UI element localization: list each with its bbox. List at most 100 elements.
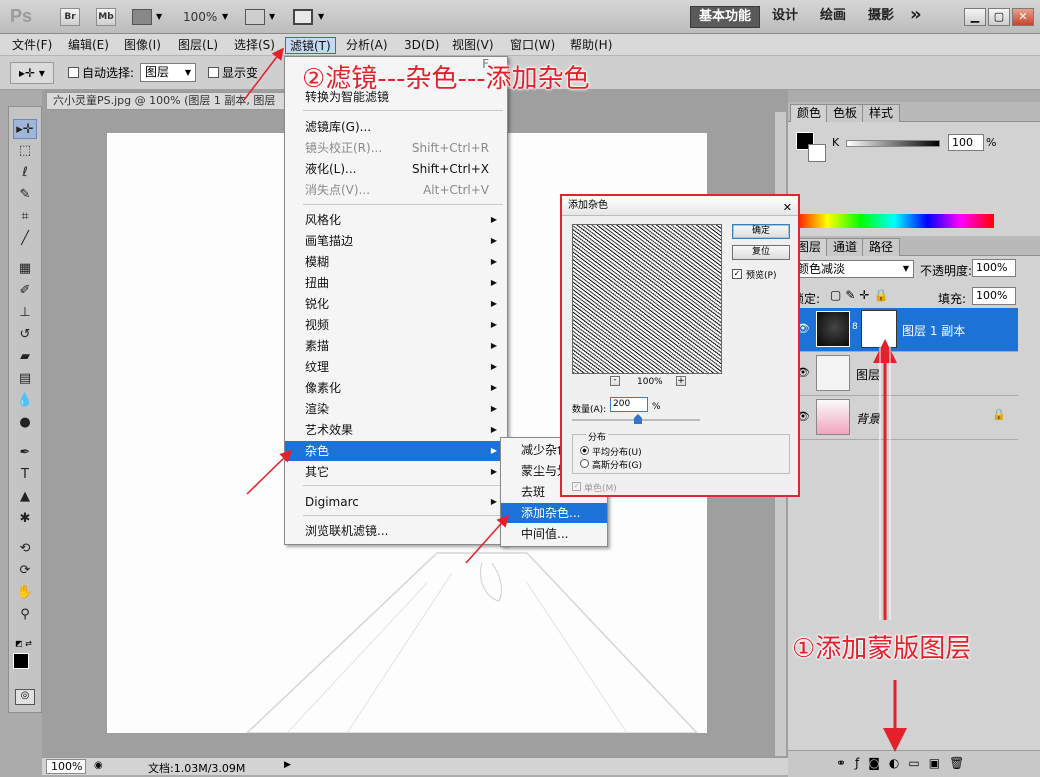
menu-item-filter-gallery[interactable]: 滤镜库(G)... <box>285 117 507 137</box>
layer-name[interactable]: 图层 <box>856 366 880 383</box>
lock-icons[interactable]: ▢✎✛🔒 <box>830 288 892 302</box>
auto-select-checkbox[interactable] <box>68 67 79 78</box>
menu-window[interactable]: 窗口(W) <box>506 37 559 54</box>
pen-tool-icon[interactable]: ✒ <box>13 443 37 463</box>
shape-tool-icon[interactable]: ✱ <box>13 509 37 529</box>
maximize-icon[interactable]: ▢ <box>988 8 1010 26</box>
3d-orbit-icon[interactable]: ⟳ <box>13 561 37 581</box>
menu-edit[interactable]: 编辑(E) <box>64 37 113 54</box>
menu-item-brush-strokes[interactable]: 画笔描边 ▶ <box>285 231 507 251</box>
eraser-icon[interactable]: ▰ <box>13 347 37 367</box>
crop-tool-icon[interactable]: ⌗ <box>13 207 37 227</box>
menu-item-add-noise[interactable]: 添加杂色... <box>501 503 607 523</box>
default-colors-icon[interactable]: ◩ ⇄ <box>15 639 32 648</box>
type-tool-icon[interactable]: T <box>13 465 37 485</box>
quick-mask-icon[interactable]: ◎ <box>15 689 35 705</box>
workspace-painting[interactable]: 绘画 <box>812 6 854 28</box>
menu-view[interactable]: 视图(V) <box>448 37 498 54</box>
amount-slider-thumb[interactable] <box>634 414 642 424</box>
menu-item-browse-filters[interactable]: 浏览联机滤镜... <box>285 521 507 541</box>
fill-field[interactable]: 100% <box>972 287 1016 305</box>
color-ramp[interactable] <box>794 214 994 228</box>
path-selection-icon[interactable]: ▲ <box>13 487 37 507</box>
menu-item-distort[interactable]: 扭曲 ▶ <box>285 273 507 293</box>
uniform-radio[interactable] <box>580 446 589 455</box>
hand-tool-icon[interactable]: ✋ <box>13 583 37 603</box>
workspace-essentials[interactable]: 基本功能 <box>690 6 761 28</box>
bridge-button[interactable]: Br <box>60 8 80 26</box>
menu-select[interactable]: 选择(S) <box>230 37 279 54</box>
gaussian-radio[interactable] <box>580 459 589 468</box>
chevron-down-icon[interactable]: ▼ <box>318 12 324 21</box>
noise-preview[interactable] <box>572 224 722 374</box>
workspace-photography[interactable]: 摄影 <box>860 6 902 28</box>
menu-image[interactable]: 图像(I) <box>120 37 165 54</box>
history-brush-icon[interactable]: ↺ <box>13 325 37 345</box>
tab-channels[interactable]: 通道 <box>826 238 865 256</box>
close-icon[interactable]: ✕ <box>783 198 792 217</box>
menu-layer[interactable]: 图层(L) <box>174 37 222 54</box>
k-value-field[interactable]: 100 <box>948 134 984 151</box>
clone-stamp-icon[interactable]: ⊥ <box>13 303 37 323</box>
tab-styles[interactable]: 样式 <box>862 104 901 122</box>
move-tool-icon[interactable]: ▸✛ <box>13 119 37 139</box>
document-tab[interactable]: 六小灵童PS.jpg @ 100% (图层 1 副本, 图层 <box>46 92 296 110</box>
menu-item-artistic[interactable]: 艺术效果 ▶ <box>285 420 507 440</box>
minibridge-button[interactable]: Mb <box>96 8 116 26</box>
k-slider[interactable] <box>846 140 940 147</box>
more-workspaces-button[interactable]: » <box>902 6 930 28</box>
tab-paths[interactable]: 路径 <box>862 238 901 256</box>
marquee-tool-icon[interactable]: ⬚ <box>13 141 37 161</box>
chain-link-icon[interactable]: 8 <box>852 322 858 332</box>
chevron-down-icon[interactable]: ▼ <box>156 12 162 21</box>
menu-item-digimarc[interactable]: Digimarc ▶ <box>285 492 507 512</box>
auto-select-dropdown[interactable]: 图层 ▼ <box>140 63 196 82</box>
menu-3d[interactable]: 3D(D) <box>400 37 443 54</box>
menu-item-liquify[interactable]: 液化(L)... Shift+Ctrl+X <box>285 159 507 179</box>
menu-help[interactable]: 帮助(H) <box>566 37 616 54</box>
menu-item-median[interactable]: 中间值... <box>501 524 607 544</box>
gradient-tool-icon[interactable]: ▤ <box>13 369 37 389</box>
zoom-out-button[interactable]: - <box>610 376 620 386</box>
menu-item-stylize[interactable]: 风格化 ▶ <box>285 210 507 230</box>
show-transform-checkbox[interactable] <box>208 67 219 78</box>
menu-item-other[interactable]: 其它 ▶ <box>285 462 507 482</box>
move-tool-preset-icon[interactable]: ▸✛ ▾ <box>10 62 54 84</box>
blend-mode-dropdown[interactable]: 颜色减淡 ▼ <box>792 260 914 278</box>
menu-item-sharpen[interactable]: 锐化 ▶ <box>285 294 507 314</box>
menu-filter[interactable]: 滤镜(T) <box>285 37 336 54</box>
zoom-level[interactable]: 100% <box>183 10 217 24</box>
menu-item-sketch[interactable]: 素描 ▶ <box>285 336 507 356</box>
layer-row[interactable]: 👁 图层 <box>788 352 1018 396</box>
close-icon[interactable]: ✕ <box>1012 8 1034 26</box>
amount-input[interactable]: 200 <box>610 397 648 412</box>
status-info-icon[interactable]: ◉ <box>94 760 103 771</box>
lasso-tool-icon[interactable]: ℓ <box>13 163 37 183</box>
status-zoom-field[interactable]: 100% <box>46 759 86 774</box>
healing-brush-icon[interactable]: ▦ <box>13 259 37 279</box>
minimize-icon[interactable]: ▁ <box>964 8 986 26</box>
foreground-color-swatch[interactable] <box>13 653 29 669</box>
menu-item-noise[interactable]: 杂色 ▶ <box>285 441 507 461</box>
layer-mask-thumbnail[interactable] <box>861 310 897 348</box>
menu-analysis[interactable]: 分析(A) <box>342 37 392 54</box>
brush-tool-icon[interactable]: ✐ <box>13 281 37 301</box>
3d-rotate-icon[interactable]: ⟲ <box>13 539 37 559</box>
chevron-down-icon[interactable]: ▼ <box>222 12 228 21</box>
reset-button[interactable]: 复位 <box>732 245 790 260</box>
zoom-tool-icon[interactable]: ⚲ <box>13 605 37 625</box>
menu-item-texture[interactable]: 纹理 ▶ <box>285 357 507 377</box>
dodge-tool-icon[interactable]: ● <box>13 413 37 433</box>
zoom-in-button[interactable]: + <box>676 376 686 386</box>
quick-selection-icon[interactable]: ✎ <box>13 185 37 205</box>
view-extras-icon[interactable] <box>132 9 152 25</box>
tab-swatches[interactable]: 色板 <box>826 104 865 122</box>
chevron-down-icon[interactable]: ▼ <box>269 12 275 21</box>
layer-name[interactable]: 背景 <box>856 410 880 427</box>
eyedropper-icon[interactable]: ╱ <box>13 229 37 249</box>
menu-file[interactable]: 文件(F) <box>8 37 56 54</box>
menu-item-blur[interactable]: 模糊 ▶ <box>285 252 507 272</box>
menu-item-video[interactable]: 视频 ▶ <box>285 315 507 335</box>
tab-color[interactable]: 颜色 <box>790 104 829 122</box>
workspace-design[interactable]: 设计 <box>764 6 806 28</box>
